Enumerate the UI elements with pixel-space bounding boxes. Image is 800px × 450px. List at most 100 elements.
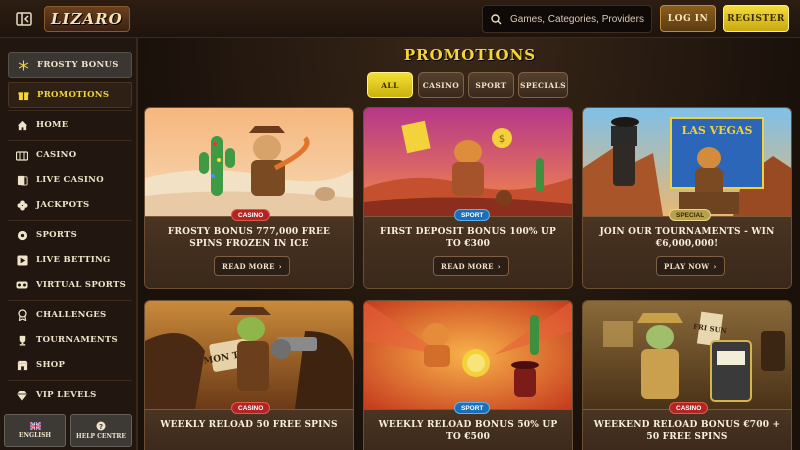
top-header: LIZARO Games, Categories, Providers LOG … — [0, 0, 800, 38]
sidebar-item-tournaments[interactable]: TOURNAMENTS — [8, 327, 132, 353]
sidebar-item-vip-levels[interactable]: VIP LEVELS — [8, 382, 132, 408]
sidebar-item-label: SHOP — [36, 360, 66, 370]
sidebar-item-promotions[interactable]: PROMOTIONS — [8, 82, 132, 108]
sidebar-item-label: VIRTUAL SPORTS — [36, 280, 127, 290]
promo-image: $ — [364, 108, 572, 216]
promo-card[interactable]: MON THU CASINO WEEKLY RELOAD 50 FREE SPI… — [144, 300, 354, 450]
category-tag: SPORT — [454, 209, 491, 221]
promo-card[interactable]: CASINO FROSTY BONUS 777,000 FREE SPINS F… — [144, 107, 354, 289]
play-now-button[interactable]: PLAY NOW › — [656, 256, 725, 276]
sidebar-item-label: SPORTS — [36, 230, 78, 240]
divider — [8, 140, 132, 141]
read-more-button[interactable]: READ MORE › — [214, 256, 290, 276]
promo-image: FRI SUN — [583, 301, 791, 409]
vr-icon — [16, 279, 28, 291]
play-icon — [16, 254, 28, 266]
login-button[interactable]: LOG IN — [660, 5, 716, 32]
ball-icon — [16, 229, 28, 241]
chevron-right-icon: › — [497, 261, 501, 271]
logo[interactable]: LIZARO — [44, 6, 130, 32]
cards-icon — [16, 174, 28, 186]
sidebar-toggle-button[interactable] — [14, 9, 34, 29]
sidebar-item-label: HOME — [36, 120, 69, 130]
sidebar-item-jackpots[interactable]: JACKPOTS — [8, 192, 132, 218]
promo-title: WEEKEND RELOAD BONUS €700 + 50 FREE SPIN… — [593, 420, 781, 442]
filter-all[interactable]: ALL — [367, 72, 413, 98]
svg-text:?: ? — [99, 423, 103, 431]
trophy-icon — [16, 334, 28, 346]
sidebar-item-shop[interactable]: SHOP — [8, 352, 132, 378]
promo-card[interactable]: FRI SUN CASINO WEEKEND RELOAD BONUS €700… — [582, 300, 792, 450]
home-icon — [16, 119, 28, 131]
filter-casino[interactable]: CASINO — [418, 72, 464, 98]
promo-title: JOIN OUR TOURNAMENTS - WIN €6,000,000! — [599, 227, 775, 249]
button-label: PLAY NOW — [664, 261, 710, 271]
category-tag: CASINO — [231, 402, 271, 414]
filter-sport[interactable]: SPORT — [468, 72, 514, 98]
promo-image: LAS VEGAS — [583, 108, 791, 216]
category-tag: CASINO — [669, 402, 709, 414]
sidebar-item-label: FROSTY BONUS — [37, 60, 119, 70]
divider — [8, 110, 132, 111]
search-icon — [491, 13, 502, 24]
divider — [8, 380, 132, 381]
chevron-right-icon: › — [713, 261, 717, 271]
promo-title: WEEKLY RELOAD 50 FREE SPINS — [160, 420, 338, 430]
divider — [8, 300, 132, 301]
clover-icon — [16, 199, 28, 211]
language-label: ENGLISH — [18, 432, 52, 439]
filter-specials[interactable]: SPECIALS — [518, 72, 568, 98]
sidebar-item-home[interactable]: HOME — [8, 112, 132, 138]
promo-image: MON THU — [145, 301, 353, 409]
gift-icon — [17, 89, 29, 101]
sidebar-item-label: LIVE CASINO — [36, 175, 104, 185]
register-button[interactable]: REGISTER — [723, 5, 789, 32]
promo-title: FIRST DEPOSIT BONUS 100% UP TO €300 — [379, 227, 557, 249]
promo-card[interactable]: LAS VEGAS SPECIAL JOIN OUR TOURNAMENTS -… — [582, 107, 792, 289]
promo-card[interactable]: $ SPORT FIRST DEPOSIT BONUS 100% UP TO €… — [363, 107, 573, 289]
sidebar-item-challenges[interactable]: CHALLENGES — [8, 302, 132, 328]
sidebar-item-label: JACKPOTS — [36, 200, 90, 210]
help-centre-label: HELP CENTRE — [76, 433, 126, 440]
promo-card[interactable]: SPORT WEEKLY RELOAD BONUS 50% UP TO €500 — [363, 300, 573, 450]
snowflake-icon — [17, 59, 29, 71]
las-vegas-sign: LAS VEGAS — [682, 124, 753, 137]
sidebar: FROSTY BONUS PROMOTIONS HOME CASINO LIVE… — [0, 38, 138, 450]
promo-image — [145, 108, 353, 216]
sidebar-item-label: TOURNAMENTS — [36, 335, 118, 345]
sidebar-item-live-betting[interactable]: LIVE BETTING — [8, 247, 132, 273]
sidebar-item-frosty-bonus[interactable]: FROSTY BONUS — [8, 52, 132, 78]
shop-icon — [16, 359, 28, 371]
promo-title: WEEKLY RELOAD BONUS 50% UP TO €500 — [378, 420, 558, 442]
help-centre-button[interactable]: ? HELP CENTRE — [70, 414, 132, 447]
svg-text:$: $ — [499, 134, 505, 145]
divider — [8, 220, 132, 221]
category-tag: SPECIAL — [669, 209, 712, 221]
language-button[interactable]: ENGLISH — [4, 414, 66, 447]
help-icon: ? — [96, 421, 106, 431]
button-label: READ MORE — [222, 261, 275, 271]
sidebar-collapse-icon — [16, 12, 32, 26]
chevron-right-icon: › — [278, 261, 282, 271]
search-placeholder: Games, Categories, Providers — [510, 13, 644, 25]
sidebar-item-virtual-sports[interactable]: VIRTUAL SPORTS — [8, 272, 132, 298]
sidebar-item-label: VIP LEVELS — [36, 390, 97, 400]
promo-title: FROSTY BONUS 777,000 FREE SPINS FROZEN I… — [167, 227, 331, 249]
medal-icon — [16, 309, 28, 321]
sidebar-item-label: CASINO — [36, 150, 77, 160]
search-input[interactable]: Games, Categories, Providers — [482, 5, 652, 33]
sidebar-item-label: CHALLENGES — [36, 310, 107, 320]
category-tag: SPORT — [454, 402, 491, 414]
button-label: READ MORE — [441, 261, 494, 271]
sidebar-item-live-casino[interactable]: LIVE CASINO — [8, 167, 132, 193]
sidebar-item-casino[interactable]: CASINO — [8, 142, 132, 168]
sidebar-item-label: LIVE BETTING — [36, 255, 111, 265]
category-tag: CASINO — [231, 209, 271, 221]
uk-flag-icon — [29, 422, 41, 430]
sidebar-item-label: PROMOTIONS — [37, 90, 110, 100]
promo-image — [364, 301, 572, 409]
sidebar-item-sports[interactable]: SPORTS — [8, 222, 132, 248]
read-more-button[interactable]: READ MORE › — [433, 256, 509, 276]
casino-icon — [16, 149, 28, 161]
diamond-icon — [16, 389, 28, 401]
